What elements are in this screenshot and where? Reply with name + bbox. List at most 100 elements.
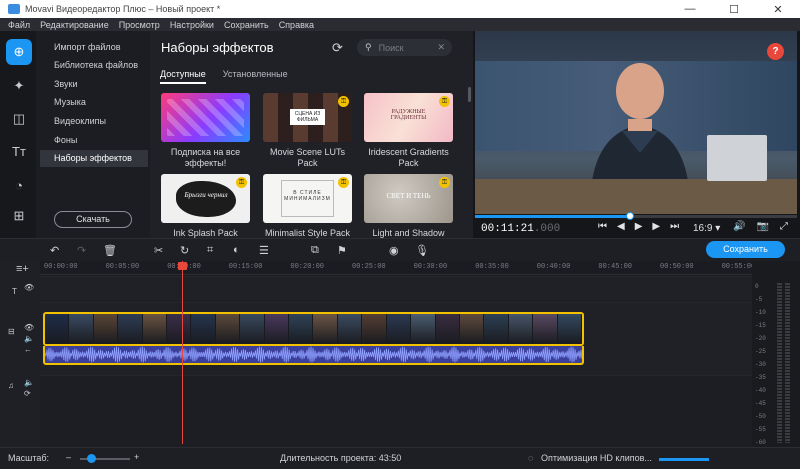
help-button[interactable]: ? — [767, 43, 784, 60]
track-visibility-icon[interactable]: 👁 — [24, 283, 34, 292]
video-preview[interactable] — [475, 31, 797, 214]
volume-icon[interactable]: 🔊 — [733, 221, 745, 232]
timecode-ms: .000 — [533, 223, 561, 235]
progress-fill — [475, 215, 630, 218]
video-clip[interactable] — [43, 312, 584, 346]
card-thumbnail — [161, 93, 250, 142]
vu-scale-label: -35 — [755, 374, 766, 381]
undo-icon[interactable]: ↶ — [50, 244, 59, 257]
redo-icon[interactable]: ↷ — [77, 244, 86, 257]
filters-icon[interactable]: ◔ — [6, 172, 32, 198]
search-input[interactable]: ⚲ Поиск ✕ — [357, 39, 452, 56]
record-voice-icon[interactable]: ◉ — [389, 244, 399, 257]
effect-card[interactable]: Подписка на все эффекты! — [161, 93, 250, 169]
refresh-icon[interactable]: ⟳ — [332, 40, 343, 56]
clip-frame-thumbnail — [411, 314, 436, 344]
title-track[interactable] — [40, 276, 752, 302]
menu-file[interactable]: Файл — [8, 20, 30, 30]
card-thumb-text: СВЕТ И ТЕНЬ — [386, 192, 431, 200]
card-thumbnail: Брызги чернил ⚿ — [161, 174, 250, 223]
sidebar-item-import[interactable]: Импорт файлов — [40, 39, 148, 56]
color-adjust-icon[interactable]: ◐ — [233, 244, 240, 256]
rotate-icon[interactable]: ↻ — [180, 244, 189, 257]
music-track[interactable] — [40, 375, 752, 447]
titles-icon[interactable]: Tт — [6, 138, 32, 164]
sidebar-item-library[interactable]: Библиотека файлов — [40, 57, 148, 74]
card-caption: Movie Scene LUTs Pack — [269, 147, 346, 168]
effect-card[interactable]: СВЕТ И ТЕНЬ ⚿ Light and Shadow — [364, 174, 453, 239]
zoom-out-icon[interactable]: – — [66, 452, 71, 462]
import-icon[interactable]: ⊕ — [6, 39, 32, 65]
menu-bar: Файл Редактирование Просмотр Настройки С… — [0, 18, 800, 31]
zoom-slider-knob[interactable] — [87, 454, 96, 463]
playhead[interactable] — [182, 261, 183, 444]
music-link-icon[interactable]: ⟳ — [24, 389, 31, 398]
overlay-icon[interactable]: ⧉ — [311, 244, 319, 257]
close-button[interactable]: ✕ — [756, 0, 800, 18]
menu-edit[interactable]: Редактирование — [40, 20, 109, 30]
minimize-button[interactable]: — — [668, 0, 712, 18]
tab-available[interactable]: Доступные — [160, 69, 206, 84]
effect-card[interactable]: Брызги чернил ⚿ Ink Splash Pack — [161, 174, 250, 239]
step-back-icon[interactable]: ◀ — [617, 221, 625, 232]
clip-frame-thumbnail — [167, 314, 192, 344]
sidebar-item-effect-packs[interactable]: Наборы эффектов — [40, 150, 148, 167]
ruler-tick-label: 00:20:00 — [290, 263, 324, 271]
effect-card[interactable]: В СТИЛЕ МИНИМАЛИЗМ ⚿ Minimalist Style Pa… — [263, 174, 352, 239]
fullscreen-icon[interactable]: ⤢ — [780, 221, 788, 232]
clip-properties-icon[interactable]: ☰ — [259, 244, 269, 257]
effect-card[interactable]: СЦЕНА ИЗ ФИЛЬМА ⚿ Movie Scene LUTs Pack — [263, 93, 352, 169]
sidebar-item-videoclips[interactable]: Видеоклипы — [40, 113, 148, 130]
sidebar-item-backgrounds[interactable]: Фоны — [40, 132, 148, 149]
preview-progress-bar[interactable] — [475, 212, 797, 220]
time-ruler[interactable]: 00:00:0000:05:0000:10:0000:15:0000:20:00… — [40, 261, 755, 275]
optimization-status: Оптимизация HD клипов... — [541, 453, 652, 463]
unlink-icon[interactable]: ← — [24, 345, 32, 354]
progress-knob[interactable] — [625, 212, 634, 220]
microphone-icon[interactable]: 🎙 — [415, 244, 429, 257]
clip-frame-thumbnail — [118, 314, 143, 344]
step-forward-icon[interactable]: ▶ — [652, 221, 660, 232]
ruler-tick-label: 00:00:00 — [44, 263, 78, 271]
skip-end-icon[interactable]: ⏭ — [670, 221, 679, 232]
app-logo-icon — [8, 4, 20, 14]
sidebar-item-sounds[interactable]: Звуки — [40, 76, 148, 93]
export-save-button[interactable]: Сохранить — [706, 241, 785, 258]
transitions-icon[interactable]: ◫ — [6, 106, 32, 132]
download-button[interactable]: Скачать — [54, 211, 132, 228]
more-tools-icon[interactable]: ⊞ — [6, 203, 32, 229]
card-thumb-text: В СТИЛЕ МИНИМАЛИЗМ — [284, 190, 331, 202]
sidebar-item-music[interactable]: Музыка — [40, 94, 148, 111]
tab-installed[interactable]: Установленные — [223, 69, 288, 84]
vu-bar-right — [785, 283, 790, 443]
skip-start-icon[interactable]: ⏮ — [598, 221, 607, 232]
menu-help[interactable]: Справка — [279, 20, 314, 30]
snapshot-icon[interactable]: 📷 — [756, 221, 768, 232]
cut-icon[interactable]: ✂ — [154, 244, 163, 257]
effects-tabs: Доступные Установленные — [160, 69, 305, 84]
marker-flag-icon[interactable]: ⚑ — [337, 244, 347, 257]
play-icon[interactable]: ▶ — [635, 221, 643, 232]
zoom-in-icon[interactable]: + — [134, 452, 139, 462]
menu-settings[interactable]: Настройки — [170, 20, 214, 30]
video-visibility-icon[interactable]: 👁 — [24, 323, 34, 332]
menu-save[interactable]: Сохранить — [224, 20, 269, 30]
clip-frame-thumbnail — [484, 314, 509, 344]
effect-card[interactable]: РАДУЖНЫЕ ГРАДИЕНТЫ ⚿ Iridescent Gradient… — [364, 93, 453, 169]
music-mute-icon[interactable]: 🔈 — [24, 378, 34, 387]
clear-search-icon[interactable]: ✕ — [437, 42, 445, 53]
clip-frame-thumbnail — [69, 314, 94, 344]
video-mute-icon[interactable]: 🔈 — [24, 334, 34, 343]
aspect-ratio-select[interactable]: 16:9 ▾ — [693, 223, 720, 234]
add-track-icon[interactable]: ≡+ — [16, 263, 29, 275]
audio-clip[interactable] — [43, 346, 584, 365]
timeline[interactable]: ≡+ T 👁 ⊟ 👁 🔈 ← ♫ 🔈 ⟳ 00:00:00 00:05:00 00:… — [0, 261, 800, 447]
card-thumb-text: Брызги чернил — [184, 191, 228, 199]
ruler-tick-label: 00:05:00 — [105, 263, 140, 271]
magic-wand-icon[interactable]: ✦ — [6, 73, 32, 99]
menu-view[interactable]: Просмотр — [119, 20, 160, 30]
panel-scrollbar[interactable] — [468, 87, 471, 102]
maximize-button[interactable]: ☐ — [712, 0, 756, 18]
crop-icon[interactable]: ⌗ — [207, 244, 213, 257]
delete-icon[interactable]: 🗑 — [103, 244, 117, 257]
